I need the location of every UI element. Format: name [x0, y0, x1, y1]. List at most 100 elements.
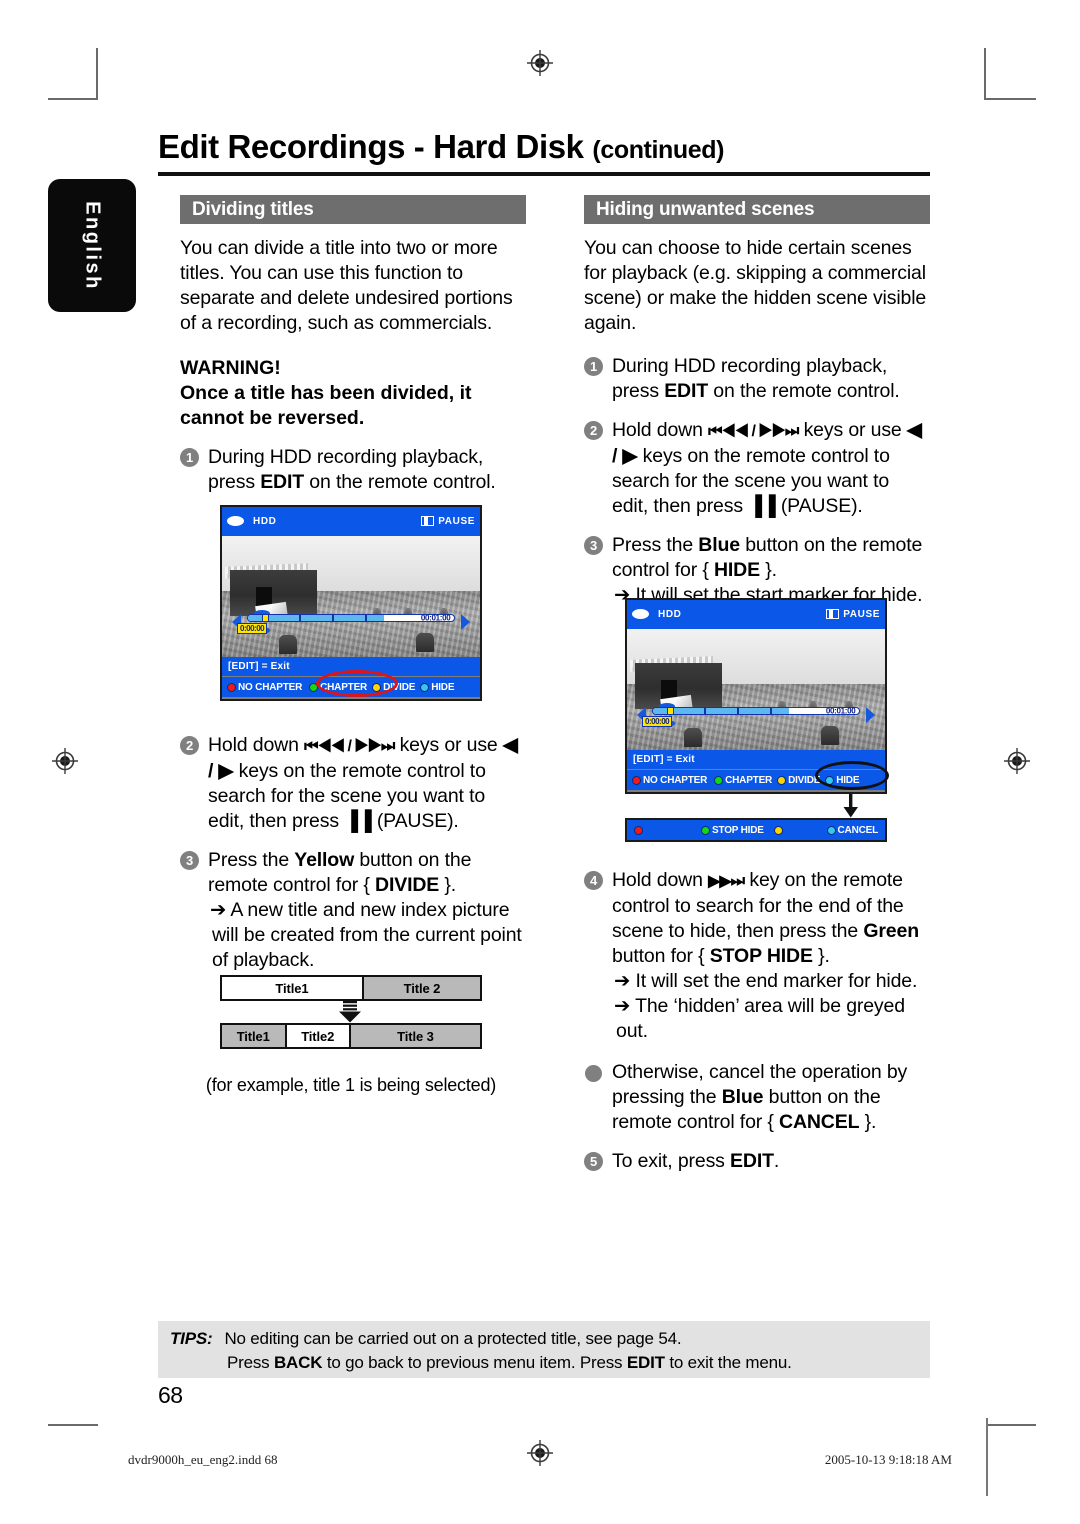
scrub-duration-label: 00:01:00 [420, 613, 451, 623]
tv-button-no-chapter[interactable]: NO CHAPTER [227, 682, 302, 693]
diagram-cell: Title2 [286, 1025, 351, 1047]
yellow-dot-icon [773, 825, 783, 835]
right-column-lower: 4 Hold down ▶▶⏭ key on the remote control… [584, 868, 930, 1174]
step-number: 3 [584, 536, 603, 555]
tv-button-label: HIDE [431, 681, 455, 693]
step-number: 2 [584, 421, 603, 440]
cancelbar-button-red[interactable] [634, 825, 645, 835]
left-step-3-sub: ➔ A new title and new index picture will… [210, 899, 522, 971]
right-step-3: 3 Press the Blue button on the remote con… [584, 533, 930, 608]
right-step-4-sub2: ➔ The ‘hidden’ area will be greyed out. [614, 995, 905, 1042]
scrub-tick [770, 708, 772, 715]
tv-top-status-bar: HDD PAUSE [222, 507, 480, 536]
registration-mark-left [52, 748, 78, 774]
tv-button-chapter[interactable]: CHAPTER [714, 775, 772, 786]
left-step-1-text-b: on the remote control. [304, 471, 496, 493]
diagram-arrow-icon [220, 1001, 482, 1023]
disc-icon [632, 609, 649, 620]
cancelbar-button-yellow[interactable] [773, 825, 785, 835]
right-step-4: 4 Hold down ▶▶⏭ key on the remote control… [584, 868, 930, 1044]
right-step-4-a: Hold down [612, 869, 709, 891]
right-step-5: 5 To exit, press EDIT. [584, 1149, 930, 1174]
tips-text-2c: to go back to previous menu item. Press [322, 1353, 627, 1372]
warning-block: WARNING! Once a title has been divided, … [180, 356, 526, 431]
right-step-2-a: Hold down [612, 419, 709, 441]
scrub-right-arrow-icon[interactable] [460, 613, 470, 630]
warning-text: Once a title has been divided, it cannot… [180, 382, 472, 429]
diagram-cell: Title 2 [363, 977, 480, 999]
right-step-1: 1 During HDD recording playback, press ED… [584, 354, 930, 404]
prev-next-keys-icon: ⏮◀◀ / ▶▶⏭ [708, 423, 799, 440]
left-step-1: 1 During HDD recording playback, press ED… [180, 445, 526, 495]
crop-mark-top-left-v [96, 48, 98, 100]
red-dot-icon [227, 682, 236, 692]
right-step-2: 2 Hold down ⏮◀◀ / ▶▶⏭ keys or use ◀ / ▶ k… [584, 418, 930, 519]
pause-key-icon: ▐▐ [344, 810, 372, 832]
right-step-5-bold: EDIT [730, 1150, 774, 1172]
cancelbar-label: STOP HIDE [712, 824, 764, 836]
yellow-dot-icon [372, 682, 382, 692]
right-bullet-c: }. [859, 1111, 877, 1133]
tv-source-label: HDD [253, 515, 277, 527]
right-step-3-bold1: Blue [698, 534, 740, 556]
scrub-tick [365, 615, 367, 622]
tv-video-frame: 00:01:00 0:00:00 [222, 535, 480, 657]
diagram-cell: Title1 [222, 1025, 287, 1047]
step-number: 4 [584, 871, 603, 890]
tv-button-chapter[interactable]: CHAPTER [309, 682, 367, 693]
photo-stump [683, 728, 702, 748]
cancelbar-button-stop-hide[interactable]: STOP HIDE [701, 825, 764, 836]
right-step-3-a: Press the [612, 534, 699, 556]
left-step-2-d: (PAUSE). [371, 810, 459, 832]
prev-next-keys-icon: ⏮◀◀ / ▶▶⏭ [304, 738, 395, 755]
tv-button-hide[interactable]: HIDE [420, 682, 454, 693]
tips-text-1: No editing can be carried out on a prote… [224, 1329, 682, 1348]
tv-scrub-bar[interactable]: 00:01:00 0:00:00 [637, 703, 875, 728]
crop-mark-bottom-left-h [48, 1424, 98, 1426]
right-step-4-bold2: STOP HIDE [709, 945, 813, 967]
scrub-tick [737, 708, 739, 715]
step-number: 3 [180, 851, 199, 870]
stop-hide-cancel-bar: STOP HIDE CANCEL [625, 818, 887, 842]
scrub-track[interactable]: 00:01:00 [246, 613, 456, 623]
tv-button-divide[interactable]: DIVIDE [372, 682, 415, 693]
tv-bottom-menu: [EDIT] = Exit NO CHAPTER CHAPTER DIVIDE [627, 749, 885, 792]
left-step-2-a: Hold down [208, 734, 305, 756]
crop-mark-top-left-h [48, 98, 98, 100]
right-step-4-bold1: Green [863, 920, 919, 942]
tv-button-divide[interactable]: DIVIDE [777, 775, 820, 786]
tv-status-label: PAUSE [843, 608, 880, 620]
scrub-cursor[interactable] [262, 614, 270, 623]
right-step-3-c: }. [759, 559, 777, 581]
scrub-elapsed-label: 0:00:00 [237, 623, 268, 635]
scrub-right-arrow-icon[interactable] [865, 706, 875, 723]
scrub-track[interactable]: 00:01:00 [651, 707, 861, 716]
registration-mark-right [1004, 748, 1030, 774]
photo-stump [278, 635, 297, 655]
cyan-dot-icon [826, 825, 836, 835]
tv-button-label: HIDE [836, 774, 860, 786]
green-dot-icon [701, 825, 710, 835]
scrub-cursor[interactable] [667, 707, 675, 716]
photo-stump [820, 725, 839, 745]
tv-button-no-chapter[interactable]: NO CHAPTER [632, 775, 707, 786]
tv-exit-hint: [EDIT] = Exit [627, 749, 885, 770]
right-step-4-d: }. [812, 945, 830, 967]
footer-timestamp: 2005-10-13 9:18:18 AM [824, 1452, 952, 1467]
hiding-scenes-intro: You can choose to hide certain scenes fo… [584, 237, 927, 334]
left-step-3-bold2: DIVIDE [375, 874, 440, 896]
right-tv-screenshot: HDD PAUSE 00:01:00 0:00:00 [EDIT] = Exit… [625, 598, 889, 794]
right-step-1-bold: EDIT [664, 380, 709, 402]
red-dot-icon [632, 775, 641, 785]
tips-back-key: BACK [273, 1353, 323, 1372]
right-step-4-sub1: ➔ It will set the end marker for hide. [614, 970, 918, 992]
right-bullet-cancel: Otherwise, cancel the operation by press… [584, 1060, 930, 1135]
tv-scrub-bar[interactable]: 00:01:00 0:00:00 [232, 610, 470, 635]
tv-top-status-bar: HDD PAUSE [627, 600, 885, 629]
right-step-5-a: To exit, press [612, 1150, 731, 1172]
left-step-3-a: Press the [208, 849, 295, 871]
right-column: Hiding unwanted scenes You can choose to… [584, 195, 930, 608]
cancelbar-button-cancel[interactable]: CANCEL [826, 825, 878, 836]
left-tv-screenshot: HDD PAUSE 00:01:00 0:00:00 [EDIT] = Exit… [220, 505, 482, 701]
tv-button-hide[interactable]: HIDE [825, 775, 859, 786]
